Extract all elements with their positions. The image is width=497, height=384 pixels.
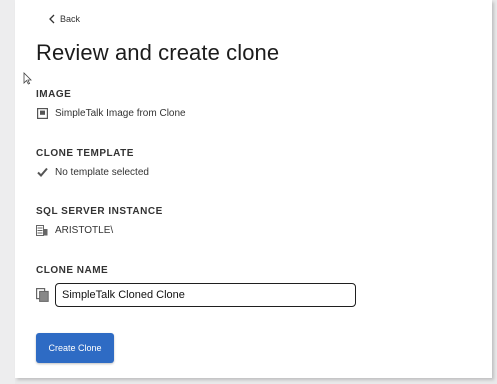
back-link[interactable]: Back: [48, 12, 80, 26]
check-icon: [36, 166, 48, 178]
back-label: Back: [60, 14, 81, 24]
sql-server-instance-value: ARISTOTLE\: [55, 224, 114, 236]
image-value: SimpleTalk Image from Clone: [55, 107, 186, 119]
clone-template-value-row: No template selected: [36, 165, 149, 179]
sql-server-instance-label: SQL SERVER INSTANCE: [36, 206, 163, 217]
mouse-pointer-icon: [23, 72, 32, 90]
clone-name-label: CLONE NAME: [36, 265, 109, 276]
clone-template-label: CLONE TEMPLATE: [36, 148, 134, 159]
sql-server-instance-value-row: ARISTOTLE\: [36, 223, 113, 237]
image-label: IMAGE: [36, 89, 72, 100]
clone-template-value: No template selected: [55, 166, 149, 178]
chevron-left-icon: [48, 14, 56, 24]
clone-name-input[interactable]: [55, 283, 356, 307]
page-title: Review and create clone: [36, 40, 280, 65]
clone-name-row: [36, 282, 356, 308]
left-edge: [0, 0, 15, 384]
image-value-row: SimpleTalk Image from Clone: [36, 106, 186, 120]
image-icon: [36, 107, 48, 119]
copy-icon: [36, 288, 49, 302]
server-icon: [36, 224, 48, 236]
create-clone-button[interactable]: Create Clone: [36, 333, 114, 363]
